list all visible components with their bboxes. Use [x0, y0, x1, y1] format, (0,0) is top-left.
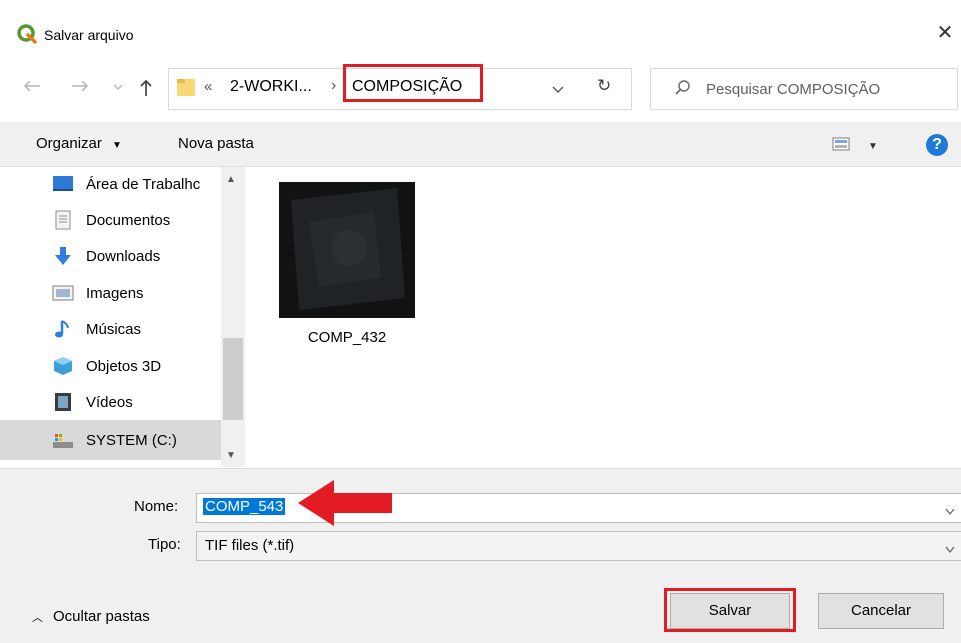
address-dropdown-icon[interactable] [552, 82, 564, 98]
nav-item-system-drive[interactable]: SYSTEM (C:) [52, 423, 177, 457]
videos-icon [52, 392, 74, 412]
name-label: Nome: [134, 498, 179, 515]
organize-menu[interactable]: Organizar ▼ [36, 135, 122, 152]
documents-icon [52, 210, 74, 230]
nav-item-pictures[interactable]: Imagens [52, 276, 144, 310]
scroll-up-icon[interactable]: ▲ [226, 174, 236, 185]
back-arrow-icon[interactable] [22, 78, 42, 99]
nav-item-3d-objects[interactable]: Objetos 3D [52, 349, 161, 383]
nav-item-label: SYSTEM (C:) [86, 431, 177, 449]
file-item[interactable]: COMP_432 [272, 176, 422, 356]
qgis-logo-icon [17, 24, 37, 44]
red-arrow-annotation [298, 478, 394, 531]
window-title: Salvar arquivo [44, 27, 134, 43]
nav-item-documents[interactable]: Documentos [52, 203, 170, 237]
search-input[interactable] [704, 74, 948, 104]
folder-icon [176, 76, 196, 101]
nav-item-downloads[interactable]: Downloads [52, 239, 160, 273]
file-type-dropdown-icon[interactable] [945, 541, 955, 557]
filename-dropdown-icon[interactable] [945, 503, 955, 519]
3d-objects-icon [52, 356, 74, 376]
forward-arrow-icon[interactable] [70, 78, 90, 99]
file-type-value: TIF files (*.tif) [205, 537, 295, 554]
help-button[interactable]: ? [926, 134, 948, 156]
chevron-up-icon: ︿ [32, 612, 43, 624]
cancel-button[interactable]: Cancelar [818, 593, 944, 629]
up-arrow-icon[interactable] [138, 78, 154, 101]
filename-value[interactable]: COMP_543 [203, 498, 286, 515]
nav-item-music[interactable]: Músicas [52, 312, 141, 346]
breadcrumb-separator: › [331, 77, 337, 94]
recent-locations-chevron-icon[interactable] [112, 80, 124, 98]
file-thumbnail [279, 182, 415, 318]
nav-item-desktop[interactable]: Área de Trabalhc [52, 167, 200, 201]
hide-folders-toggle[interactable]: ︿ Ocultar pastas [32, 608, 150, 625]
music-icon [52, 319, 74, 339]
type-label: Tipo: [148, 536, 181, 553]
organize-chevron-icon: ▼ [112, 140, 122, 151]
downloads-icon [52, 246, 74, 266]
nav-item-label: Imagens [86, 284, 144, 302]
close-button[interactable]: ✕ [930, 18, 960, 48]
nav-item-label: Downloads [86, 247, 161, 265]
nav-item-label: Objetos 3D [86, 357, 162, 375]
nav-scrollbar-thumb[interactable] [223, 338, 243, 420]
nav-item-label: Músicas [86, 320, 142, 338]
desktop-icon [52, 174, 74, 194]
nav-item-label: Vídeos [86, 393, 133, 411]
nav-item-label: Documentos [86, 211, 171, 229]
pictures-icon [52, 283, 74, 303]
search-icon [674, 79, 692, 100]
file-name: COMP_432 [307, 329, 387, 346]
toolbar [0, 122, 961, 167]
breadcrumb-parent[interactable]: 2-WORKI... [230, 78, 312, 96]
highlight-save-button [664, 588, 796, 632]
view-options-icon[interactable] [832, 137, 850, 154]
address-overflow[interactable]: « [204, 78, 212, 95]
refresh-icon[interactable]: ↻ [597, 76, 611, 96]
nav-scrollbar[interactable] [221, 167, 245, 467]
view-options-chevron-icon[interactable]: ▼ [868, 141, 878, 152]
drive-icon [52, 430, 74, 450]
hide-folders-label: Ocultar pastas [53, 608, 150, 625]
nav-item-label: Área de Trabalhc [86, 175, 201, 193]
new-folder-button[interactable]: Nova pasta [178, 135, 254, 152]
title-bar [0, 0, 961, 60]
organize-label: Organizar [36, 135, 102, 152]
file-type-select[interactable]: TIF files (*.tif) [196, 531, 961, 561]
scroll-down-icon[interactable]: ▼ [226, 450, 236, 461]
nav-item-videos[interactable]: Vídeos [52, 385, 133, 419]
highlight-current-folder [343, 64, 483, 102]
